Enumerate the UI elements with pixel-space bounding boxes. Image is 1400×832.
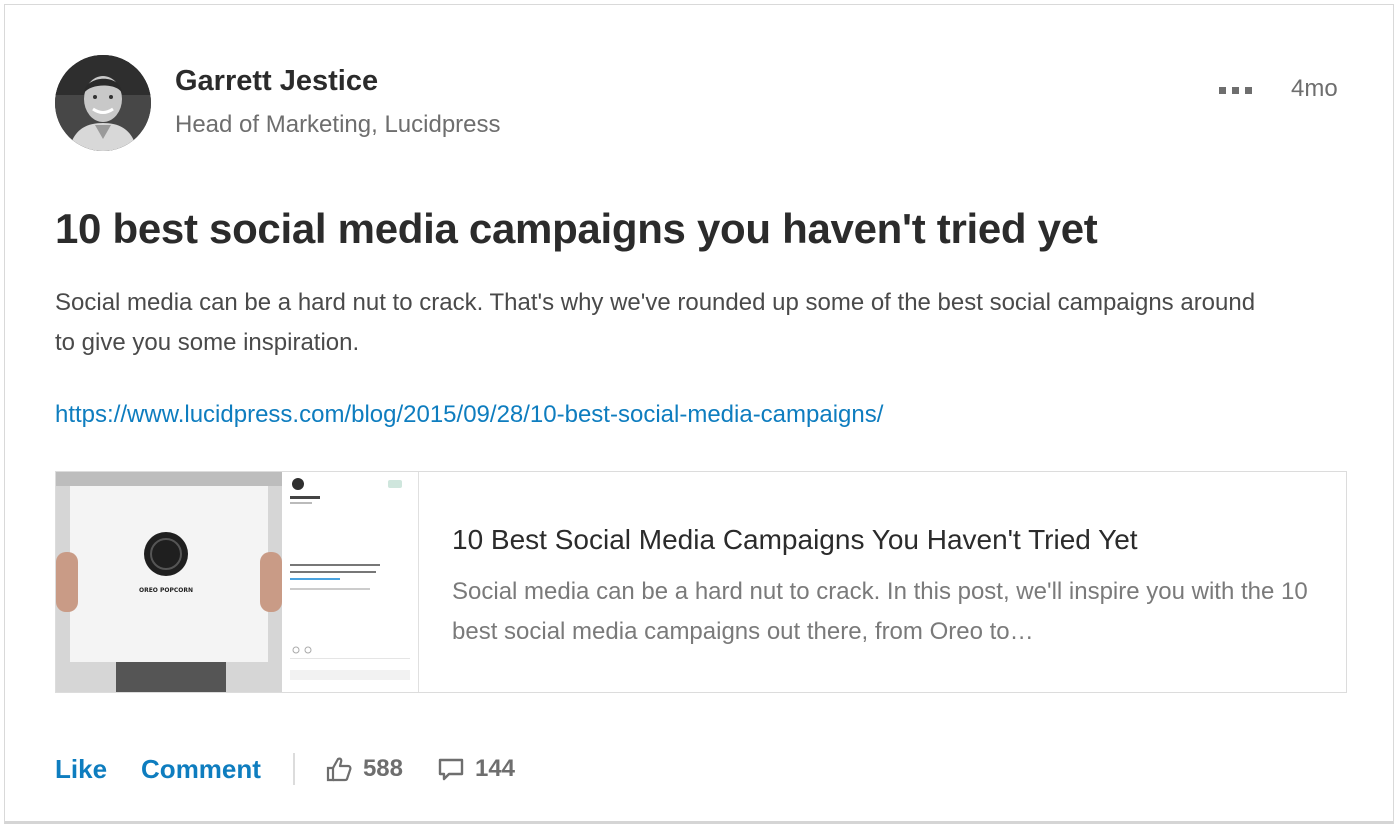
likes-count: 588	[362, 755, 403, 782]
ellipsis-icon	[1232, 86, 1239, 94]
preview-title[interactable]: 10 Best Social Media Campaigns You Haven…	[452, 524, 1138, 556]
feed-post-card: Garrett Jestice Head of Marketing, Lucid…	[4, 4, 1394, 824]
avatar[interactable]	[55, 55, 151, 151]
author-name[interactable]: Garrett Jestice	[175, 65, 378, 98]
comment-button[interactable]: Comment	[141, 754, 261, 785]
comments-count: 144	[474, 755, 516, 782]
ellipsis-icon	[1245, 86, 1252, 94]
comments-count-group[interactable]: 144	[437, 755, 515, 783]
post-link[interactable]: https://www.lucidpress.com/blog/2015/09/…	[55, 401, 883, 429]
post-actions-bar: Like Comment 588 144	[55, 749, 549, 789]
more-options-button[interactable]	[1219, 79, 1263, 101]
avatar-photo	[55, 55, 151, 151]
thumbnail-card-text: OREO POPCORN	[139, 587, 193, 594]
thumbs-up-icon	[325, 755, 353, 783]
link-preview-card[interactable]: OREO POPCORN 10 Best Social Media Campai…	[55, 471, 1347, 693]
preview-thumbnail: OREO POPCORN	[56, 472, 419, 692]
preview-description: Social media can be a hard nut to crack.…	[452, 578, 1308, 645]
post-title: 10 best social media campaigns you haven…	[55, 205, 1098, 252]
post-body: Social media can be a hard nut to crack.…	[55, 289, 1256, 356]
likes-count-group[interactable]: 588	[325, 755, 403, 783]
post-timestamp: 4mo	[1291, 75, 1338, 102]
like-button[interactable]: Like	[55, 754, 107, 785]
actions-divider	[292, 753, 295, 785]
comment-icon	[437, 755, 465, 783]
author-headline: Head of Marketing, Lucidpress	[175, 111, 501, 138]
ellipsis-icon	[1219, 86, 1226, 94]
